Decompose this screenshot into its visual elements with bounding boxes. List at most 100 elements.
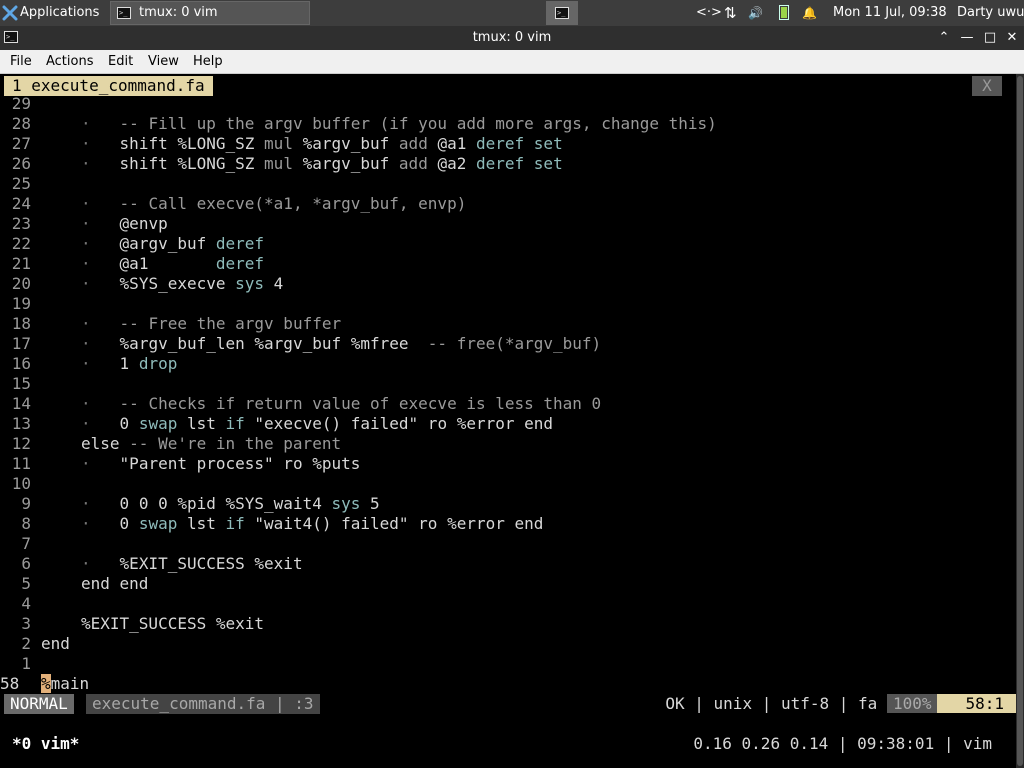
terminal-scrollbar-thumb[interactable] <box>1017 76 1023 766</box>
vim-tab-active[interactable]: 1 execute_command.fa <box>4 76 213 96</box>
battery-icon[interactable] <box>779 5 789 20</box>
applications-menu[interactable]: Applications <box>20 0 99 26</box>
code-line[interactable]: 6 · %EXIT_SUCCESS %exit <box>0 554 1016 574</box>
launcher-terminal-button[interactable]: >_ <box>546 1 578 25</box>
taskbar-button-tmux[interactable]: >_ tmux: 0 vim <box>110 1 310 25</box>
code-line[interactable]: 23 · @envp <box>0 214 1016 234</box>
code-token: %EXIT_SUCCESS %exit <box>119 554 303 573</box>
menu-actions[interactable]: Actions <box>46 50 94 73</box>
code-token: add <box>398 134 428 153</box>
code-line[interactable]: 29 <box>0 94 1016 114</box>
network-icon[interactable]: <·> <box>696 0 722 26</box>
cursor: % <box>41 674 51 693</box>
code-text: else -- We're in the parent <box>81 434 341 454</box>
vim-tab-close-button[interactable]: X <box>972 76 1002 96</box>
code-token: end end <box>81 574 149 593</box>
menu-file[interactable]: File <box>10 50 32 73</box>
code-line[interactable]: 19 <box>0 294 1016 314</box>
terminal-icon: >_ <box>555 7 569 19</box>
code-token: end <box>41 634 70 653</box>
bell-icon[interactable]: 🔔 <box>802 0 817 26</box>
code-line[interactable]: 17 · %argv_buf_len %argv_buf %mfree -- fr… <box>0 334 1016 354</box>
code-token: swap <box>138 414 178 433</box>
indent-marker: · <box>81 274 91 293</box>
tmux-status-right: 0.16 0.26 0.14 | 09:38:01 | vim <box>693 734 992 753</box>
menu-view[interactable]: View <box>148 50 179 73</box>
code-line[interactable]: 16 · 1 drop <box>0 354 1016 374</box>
maximize-button[interactable]: □ <box>981 26 999 50</box>
xfce-logo-icon[interactable] <box>2 5 18 21</box>
indent-marker: · <box>81 194 91 213</box>
line-number: 8 <box>21 514 31 533</box>
line-number: 20 <box>11 274 31 293</box>
code-line[interactable]: 10 <box>0 474 1016 494</box>
code-token: -- Free the argv buffer <box>119 314 342 333</box>
code-line[interactable]: 12 else -- We're in the parent <box>0 434 1016 454</box>
code-line[interactable]: 1 <box>0 654 1016 674</box>
indent-marker: · <box>81 354 91 373</box>
code-token: shift %LONG_SZ <box>119 154 265 173</box>
menu-help[interactable]: Help <box>193 50 223 73</box>
code-line[interactable]: 14 · -- Checks if return value of execve … <box>0 394 1016 414</box>
line-number: 27 <box>11 134 31 153</box>
current-line-number: 58 <box>0 674 20 693</box>
code-token: sys <box>235 274 265 293</box>
line-number: 17 <box>11 334 31 353</box>
tmux-window-list[interactable]: *0 vim* <box>12 734 79 754</box>
code-text: end end <box>81 574 148 594</box>
code-text: · 1 drop <box>81 354 177 374</box>
code-line[interactable]: 3 %EXIT_SUCCESS %exit <box>0 614 1016 634</box>
code-line[interactable]: 18 · -- Free the argv buffer <box>0 314 1016 334</box>
code-line[interactable]: 2 end <box>0 634 1016 654</box>
code-token: add <box>398 154 428 173</box>
code-line[interactable]: 20 · %SYS_execve sys 4 <box>0 274 1016 294</box>
indent-marker: · <box>81 554 91 573</box>
line-number: 21 <box>11 254 31 273</box>
code-line[interactable]: 15 <box>0 374 1016 394</box>
current-line[interactable]: 58 %main <box>0 674 1016 694</box>
vim-status-percent: 100% <box>886 694 938 713</box>
clock[interactable]: Mon 11 Jul, 09:38 <box>833 0 947 26</box>
minimize-button[interactable]: — <box>958 26 976 50</box>
user-menu[interactable]: Darty uwu <box>957 0 1024 26</box>
code-line[interactable]: 22 · @argv_buf deref <box>0 234 1016 254</box>
code-text: · @argv_buf deref <box>81 234 264 254</box>
line-number: 18 <box>11 314 31 333</box>
line-number: 9 <box>21 494 31 513</box>
code-line[interactable]: 24 · -- Call execve(*a1, *argv_buf, envp) <box>0 194 1016 214</box>
code-line[interactable]: 27 · shift %LONG_SZ mul %argv_buf add @a1… <box>0 134 1016 154</box>
code-line[interactable]: 7 <box>0 534 1016 554</box>
shade-button[interactable]: ⌃ <box>935 26 953 50</box>
terminal-icon: >_ <box>117 7 131 19</box>
code-line[interactable]: 13 · 0 swap lst if "execve() failed" ro %… <box>0 414 1016 434</box>
code-token: -- Fill up the argv buffer (if you add m… <box>119 114 717 133</box>
transfer-icon[interactable]: ⇅ <box>724 0 737 26</box>
code-line[interactable]: 28 · -- Fill up the argv buffer (if you a… <box>0 114 1016 134</box>
code-token: %SYS_execve <box>119 274 236 293</box>
window-titlebar[interactable]: >_ tmux: 0 vim ⌃ — □ ✕ <box>0 26 1024 50</box>
line-number: 12 <box>11 434 31 453</box>
code-token: 0 <box>119 514 139 533</box>
code-text: · 0 0 0 %pid %SYS_wait4 sys 5 <box>81 494 380 514</box>
code-line[interactable]: 5 end end <box>0 574 1016 594</box>
line-number: 13 <box>11 414 31 433</box>
menu-edit[interactable]: Edit <box>108 50 133 73</box>
code-line[interactable]: 9 · 0 0 0 %pid %SYS_wait4 sys 5 <box>0 494 1016 514</box>
code-text: · -- Checks if return value of execve is… <box>81 394 601 414</box>
code-line[interactable]: 11 · "Parent process" ro %puts <box>0 454 1016 474</box>
code-text: · %EXIT_SUCCESS %exit <box>81 554 303 574</box>
code-line[interactable]: 21 · @a1 deref <box>0 254 1016 274</box>
line-number: 19 <box>11 294 31 313</box>
volume-icon[interactable]: 🔊 <box>748 0 763 26</box>
code-token: -- Checks if return value of execve is l… <box>119 394 602 413</box>
code-token: deref set <box>476 154 563 173</box>
tmux-statusline: *0 vim* 0.16 0.26 0.14 | 09:38:01 | vim <box>0 734 1016 754</box>
close-button[interactable]: ✕ <box>1003 26 1021 50</box>
code-line[interactable]: 26 · shift %LONG_SZ mul %argv_buf add @a2… <box>0 154 1016 174</box>
line-number: 29 <box>11 94 31 113</box>
code-line[interactable]: 4 <box>0 594 1016 614</box>
code-line[interactable]: 25 <box>0 174 1016 194</box>
code-token: -- We're in the parent <box>119 434 342 453</box>
terminal-area[interactable]: 1 execute_command.fa X 29 28 · -- Fill up … <box>0 74 1024 768</box>
code-line[interactable]: 8 · 0 swap lst if "wait4() failed" ro %er… <box>0 514 1016 534</box>
